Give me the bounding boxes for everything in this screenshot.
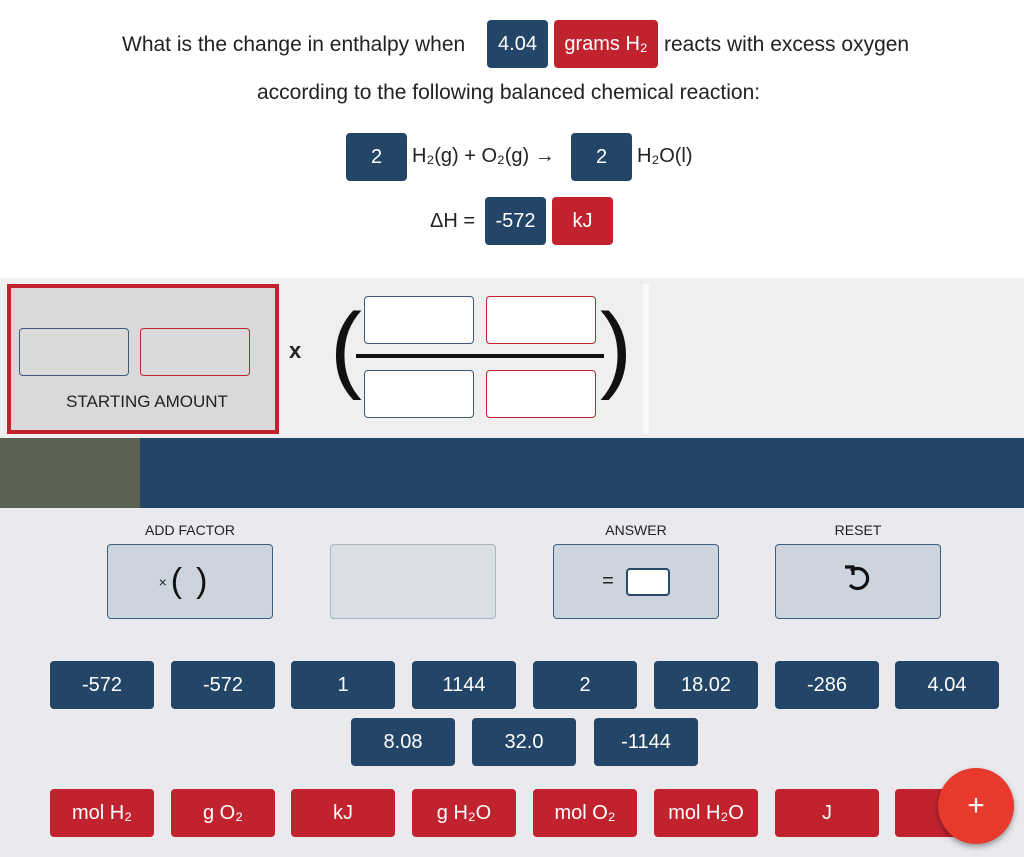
reset-label: RESET: [834, 522, 882, 538]
add-factor-label: ADD FACTOR: [145, 522, 235, 538]
empty-control-button: [330, 544, 496, 619]
number-tile[interactable]: 32.0: [472, 718, 576, 766]
unit-tile[interactable]: g O₂: [171, 789, 275, 837]
number-tile[interactable]: 2: [533, 661, 637, 709]
numerator-value-slot[interactable]: [364, 296, 474, 344]
starting-amount-label: STARTING AMOUNT: [66, 392, 228, 411]
right-parenthesis: ): [600, 294, 632, 401]
reaction-coef2-chip: 2: [571, 133, 632, 181]
fraction-bar: [356, 354, 604, 358]
equals-icon: =: [602, 570, 614, 592]
reaction-coef1-chip: 2: [346, 133, 407, 181]
add-factor-button[interactable]: × (): [107, 544, 273, 619]
number-tile[interactable]: -1144: [594, 718, 698, 766]
denominator-unit-slot[interactable]: [486, 370, 596, 418]
number-tile[interactable]: 18.02: [654, 661, 758, 709]
question-prefix: What is the change in enthalpy when: [122, 33, 466, 56]
question-suffix: reacts with excess oxygen: [664, 33, 910, 56]
enthalpy-value-chip: -572: [485, 197, 546, 245]
answer-box-icon: [625, 567, 670, 596]
reaction-product: H₂O(l): [637, 145, 693, 167]
numerator-unit-slot[interactable]: [486, 296, 596, 344]
number-tile[interactable]: -286: [775, 661, 879, 709]
left-parenthesis: (: [330, 294, 362, 401]
number-tile[interactable]: 1: [291, 661, 395, 709]
number-tile[interactable]: 8.08: [351, 718, 455, 766]
number-tile[interactable]: -572: [50, 661, 154, 709]
starting-amount-box[interactable]: STARTING AMOUNT: [7, 284, 279, 434]
add-factor-parens-icon: (): [170, 562, 222, 600]
unit-tile[interactable]: mol H₂: [50, 789, 154, 837]
question-unit-chip: grams H₂: [554, 20, 658, 68]
undo-icon: [841, 562, 875, 601]
progress-band-left: [0, 438, 140, 508]
answer-label: ANSWER: [605, 522, 667, 538]
unit-tile[interactable]: J: [775, 789, 879, 837]
unit-tile[interactable]: mol H₂O: [654, 789, 758, 837]
enthalpy-unit-chip: kJ: [552, 197, 613, 245]
answer-button[interactable]: =: [553, 544, 719, 619]
unit-tile[interactable]: g H₂O: [412, 789, 516, 837]
add-fab-button[interactable]: +: [938, 768, 1014, 844]
progress-band: [140, 438, 1024, 508]
number-tile[interactable]: 1144: [412, 661, 516, 709]
starting-unit-slot[interactable]: [140, 328, 250, 376]
add-factor-icon: ×: [158, 573, 167, 590]
denominator-value-slot[interactable]: [364, 370, 474, 418]
workspace-divider: [643, 284, 649, 434]
reaction-reactants: H₂(g) + O₂(g) →: [412, 145, 555, 167]
multiply-sign: x: [289, 338, 302, 363]
number-tile[interactable]: 4.04: [895, 661, 999, 709]
number-tile[interactable]: -572: [171, 661, 275, 709]
unit-tile[interactable]: mol O₂: [533, 789, 637, 837]
question-amount-chip: 4.04: [487, 20, 548, 68]
unit-tile[interactable]: kJ: [291, 789, 395, 837]
enthalpy-label: ΔH =: [430, 210, 476, 232]
question-line2: according to the following balanced chem…: [257, 81, 761, 104]
starting-value-slot[interactable]: [19, 328, 129, 376]
reset-button[interactable]: [775, 544, 941, 619]
